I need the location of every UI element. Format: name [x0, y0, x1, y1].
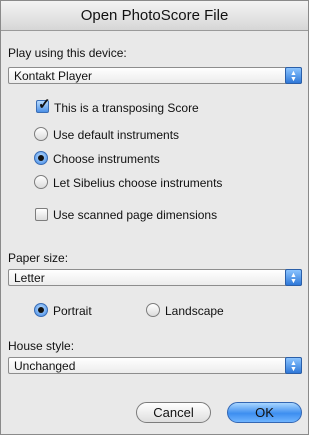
- checkmark-icon: ✓: [38, 96, 51, 113]
- transposing-label: This is a transposing Score: [54, 101, 199, 115]
- device-label: Play using this device:: [8, 46, 127, 60]
- radio-selected-dot: [38, 155, 44, 161]
- radio-landscape[interactable]: [146, 303, 160, 317]
- radio-default-instruments-label: Use default instruments: [53, 128, 180, 142]
- ok-button[interactable]: OK: [227, 402, 302, 423]
- house-style-value: Unchanged: [14, 359, 76, 373]
- radio-choose-instruments-label: Choose instruments: [53, 152, 160, 166]
- transposing-checkbox[interactable]: ✓: [36, 96, 51, 113]
- radio-choose-instruments[interactable]: [34, 151, 48, 165]
- radio-portrait-label: Portrait: [53, 304, 92, 318]
- device-popup[interactable]: Kontakt Player ▲ ▼: [8, 67, 302, 84]
- popup-arrows-icon: ▲ ▼: [285, 357, 302, 374]
- popup-arrows-icon: ▲ ▼: [285, 269, 302, 286]
- paper-size-value: Letter: [14, 271, 45, 285]
- device-value: Kontakt Player: [14, 69, 93, 83]
- radio-sibelius-choose-label: Let Sibelius choose instruments: [53, 176, 223, 190]
- radio-default-instruments[interactable]: [34, 127, 48, 141]
- scanned-dimensions-label: Use scanned page dimensions: [53, 208, 218, 222]
- dialog-window: Open PhotoScore File Play using this dev…: [0, 0, 309, 435]
- radio-landscape-label: Landscape: [165, 304, 224, 318]
- radio-portrait[interactable]: [34, 303, 48, 317]
- house-style-popup[interactable]: Unchanged ▲ ▼: [8, 357, 302, 374]
- radio-sibelius-choose[interactable]: [34, 175, 48, 189]
- dialog-title: Open PhotoScore File: [80, 7, 229, 24]
- scanned-dimensions-checkbox[interactable]: [35, 208, 48, 221]
- popup-arrows-icon: ▲ ▼: [285, 67, 302, 84]
- house-style-label: House style:: [8, 339, 75, 353]
- radio-selected-dot: [38, 307, 44, 313]
- title-bar[interactable]: Open PhotoScore File: [1, 1, 308, 31]
- paper-size-popup[interactable]: Letter ▲ ▼: [8, 269, 302, 286]
- cancel-button[interactable]: Cancel: [136, 402, 211, 423]
- paper-size-label: Paper size:: [8, 251, 69, 265]
